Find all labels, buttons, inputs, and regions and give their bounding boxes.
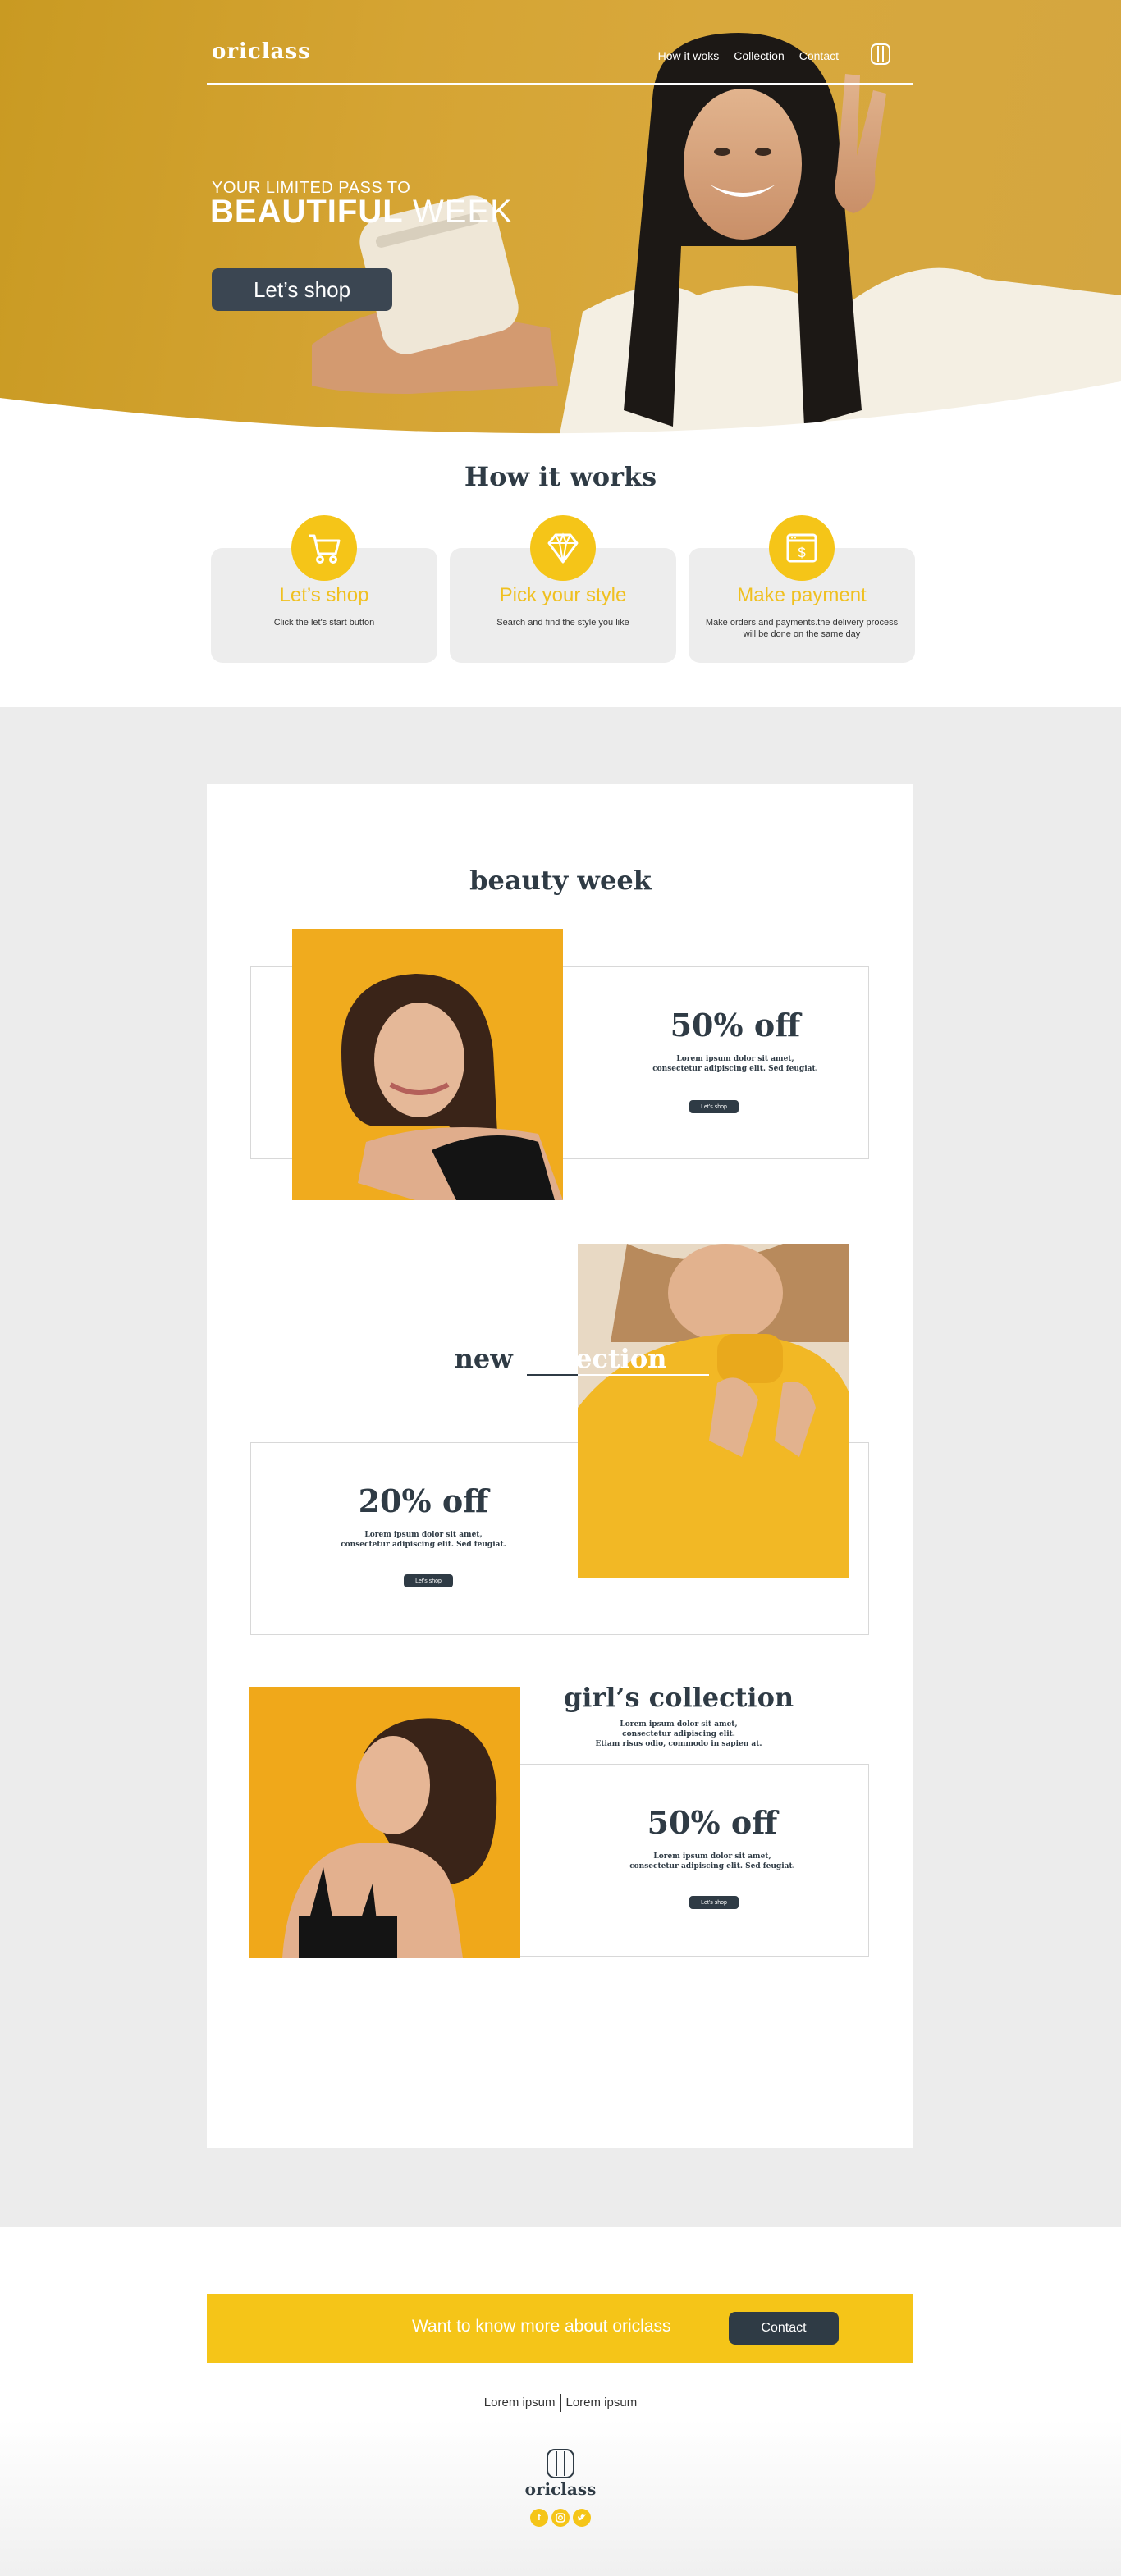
footer-link-1[interactable]: Lorem ipsum (484, 2396, 556, 2409)
how-card-title: Pick your style (499, 584, 627, 606)
how-card-text: Make orders and payments.the delivery pr… (705, 618, 899, 640)
cart-icon-circle (291, 515, 357, 581)
footer-link-2[interactable]: Lorem ipsum (566, 2396, 638, 2409)
offer-percent: 20% off (358, 1482, 489, 1519)
girls-desc-line3: Etiam risus odio, commodo in sapien at. (595, 1740, 762, 1748)
offer-percent: 50% off (647, 1804, 778, 1841)
how-card-text: Click the let's start button (273, 618, 375, 628)
how-card-payment: $ Make payment Make orders and payments.… (689, 515, 915, 663)
payment-icon-circle: $ (769, 515, 835, 581)
girls-desc-line2: consectetur adipiscing elit. (622, 1730, 735, 1738)
nav-link-how-it-works[interactable]: How it woks (658, 49, 720, 62)
new-collection-title-a: new (454, 1343, 513, 1374)
cart-icon (309, 534, 341, 564)
offer-text-line1: Lorem ipsum dolor sit amet, (653, 1852, 771, 1861)
hero-shop-button[interactable]: Let’s shop (212, 268, 392, 311)
new-shop-button[interactable]: Let’s shop (404, 1574, 453, 1587)
how-card-title: Make payment (737, 584, 867, 606)
how-it-works-title: How it works (464, 461, 657, 492)
footer-brand-mark-icon (547, 2449, 574, 2478)
diamond-icon-circle (530, 515, 596, 581)
beauty-week-title: beauty week (469, 865, 652, 896)
offer-percent: 50% off (670, 1007, 801, 1044)
nav-link-collection[interactable]: Collection (734, 49, 784, 62)
girls-model-photo (249, 1687, 520, 1958)
girls-shop-button[interactable]: Let’s shop (689, 1896, 739, 1909)
offer-text-line2: consectetur adipiscing elit. Sed feugiat… (629, 1862, 795, 1870)
girls-collection-title: girl’s collection (563, 1682, 794, 1713)
offer-text-line1: Lorem ipsum dolor sit amet, (676, 1055, 794, 1063)
hero-title-light: WEEK (413, 194, 513, 230)
svg-text:$: $ (798, 545, 806, 560)
nav-link-contact[interactable]: Contact (799, 49, 839, 62)
new-collection-title: new collection (0, 1343, 1121, 1374)
offer-text-line2: consectetur adipiscing elit. Sed feugiat… (341, 1541, 506, 1549)
twitter-icon[interactable] (573, 2509, 591, 2527)
title-underline-light (578, 1374, 709, 1376)
hero-title: BEAUTIFUL WEEK (210, 194, 513, 231)
nav-links: How it woks Collection Contact (658, 49, 839, 62)
cta-text: Want to know more about oriclass (412, 2317, 671, 2336)
facebook-icon[interactable]: f (530, 2509, 548, 2527)
footer-link-separator (560, 2394, 561, 2412)
instagram-icon[interactable] (551, 2509, 570, 2527)
how-card-title: Let’s shop (279, 584, 369, 606)
beauty-shop-button[interactable]: Let’s shop (689, 1100, 739, 1113)
how-card-text: Search and find the style you like (496, 618, 629, 628)
new-collection-title-b: collection (521, 1343, 667, 1374)
footer-logo: oriclass (524, 2479, 597, 2499)
new-collection-photo (578, 1244, 849, 1578)
top-navbar: oriclass How it woks Collection Contact (207, 36, 913, 85)
cta-banner: Want to know more about oriclass Contact (207, 2294, 913, 2363)
girls-desc-line1: Lorem ipsum dolor sit amet, (620, 1720, 738, 1729)
how-card-style: Pick your style Search and find the styl… (450, 515, 676, 663)
contact-button[interactable]: Contact (729, 2312, 839, 2345)
how-card-shop: Let’s shop Click the let's start button (211, 515, 437, 663)
payment-icon: $ (786, 533, 817, 563)
diamond-icon (547, 532, 579, 564)
hero-section: oriclass How it woks Collection Contact … (0, 0, 1121, 443)
footer-links: Lorem ipsum Lorem ipsum (0, 2394, 1121, 2412)
brand-logo[interactable]: oriclass (212, 39, 311, 64)
offer-text-line2: consectetur adipiscing elit. Sed feugiat… (652, 1065, 818, 1073)
offer-text-line1: Lorem ipsum dolor sit amet, (364, 1531, 483, 1539)
hero-title-bold: BEAUTIFUL (210, 194, 403, 230)
brand-mark-icon[interactable] (870, 43, 891, 66)
beauty-model-photo (292, 929, 563, 1200)
